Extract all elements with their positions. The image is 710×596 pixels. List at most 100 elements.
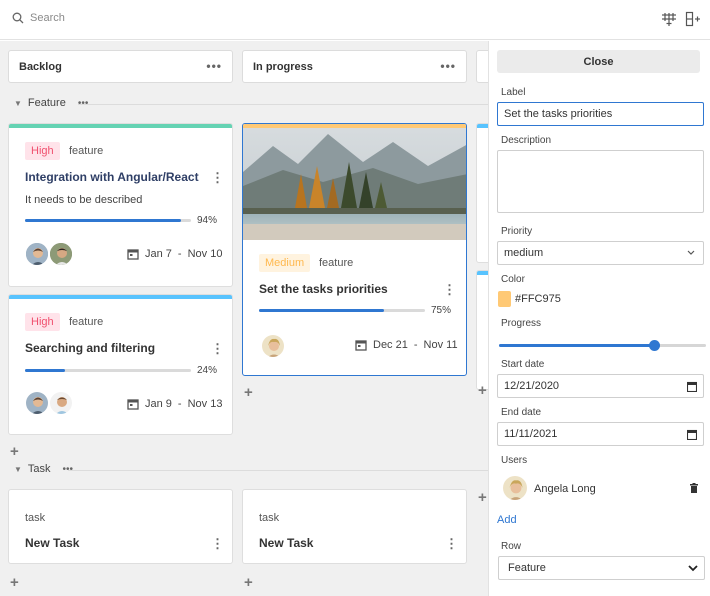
- start-date: Jan 9: [145, 398, 172, 410]
- row-header-task[interactable]: ▼ Task •••: [14, 463, 73, 475]
- column-menu-icon[interactable]: •••: [440, 59, 456, 73]
- card-color-strip: [9, 295, 232, 299]
- calendar-icon[interactable]: [687, 381, 697, 392]
- add-row-icon[interactable]: [685, 11, 701, 27]
- card-cover-image: [243, 124, 466, 240]
- card[interactable]: task New Task ⋮: [242, 489, 467, 564]
- close-button[interactable]: Close: [497, 50, 700, 73]
- card-partial[interactable]: [476, 270, 488, 390]
- priority-badge: Medium: [259, 254, 311, 272]
- start-date-field-label: Start date: [501, 359, 545, 370]
- end-date-value: 11/11/2021: [504, 428, 558, 440]
- card-menu-icon[interactable]: ⋮: [211, 537, 224, 550]
- trash-icon[interactable]: [690, 483, 698, 493]
- collapse-row-icon[interactable]: ▼: [14, 99, 22, 108]
- start-date: Jan 7: [145, 248, 172, 260]
- chevron-down-icon: [688, 565, 698, 572]
- row-menu-icon[interactable]: •••: [78, 98, 89, 109]
- avatar: [49, 242, 73, 266]
- add-card-button[interactable]: +: [244, 385, 253, 400]
- add-card-button[interactable]: +: [478, 383, 487, 398]
- column-title: In progress: [253, 60, 313, 73]
- label-field-label: Label: [501, 87, 526, 98]
- calendar-icon: [127, 249, 139, 260]
- progress-fill: [259, 309, 384, 312]
- add-card-button[interactable]: +: [10, 444, 19, 459]
- card-menu-icon[interactable]: ⋮: [443, 283, 456, 296]
- color-swatch[interactable]: [498, 291, 511, 307]
- slider-fill: [499, 344, 655, 347]
- date-separator: -: [413, 339, 418, 351]
- row-menu-icon[interactable]: •••: [63, 464, 74, 475]
- card-menu-icon[interactable]: ⋮: [211, 171, 224, 184]
- progress-percent: 75%: [431, 305, 452, 316]
- progress-percent: 94%: [197, 215, 218, 226]
- row-field-label: Row: [501, 541, 522, 552]
- column-header-partial: [476, 50, 488, 83]
- row-divider: [78, 104, 488, 105]
- progress-field-label: Progress: [501, 318, 542, 329]
- priority-value: medium: [504, 247, 544, 259]
- priority-badge: High: [25, 142, 60, 160]
- avatar: [261, 334, 285, 358]
- progress-fill: [25, 369, 65, 372]
- progress-slider[interactable]: [499, 340, 706, 351]
- card-tag: feature: [319, 257, 354, 269]
- color-value[interactable]: #FFC975: [515, 293, 561, 305]
- card[interactable]: High feature Searching and filtering ⋮ 2…: [8, 294, 233, 435]
- add-column-icon[interactable]: [661, 11, 677, 27]
- column-header-backlog: Backlog •••: [8, 50, 233, 83]
- card-tag: task: [25, 512, 46, 524]
- avatar: [25, 391, 49, 415]
- label-input[interactable]: Set the tasks priorities: [497, 102, 704, 126]
- card-description: It needs to be described: [25, 194, 143, 206]
- date-separator: -: [177, 248, 182, 260]
- add-user-link[interactable]: Add: [497, 514, 517, 526]
- card-tag: feature: [69, 316, 104, 328]
- card-dates: Dec 21 - Nov 11: [355, 339, 458, 351]
- avatar: [49, 391, 73, 415]
- card-color-strip: [477, 124, 488, 128]
- user-avatar: [502, 475, 528, 501]
- top-bar: Search: [0, 0, 710, 40]
- card[interactable]: task New Task ⋮: [8, 489, 233, 564]
- row-select[interactable]: Feature: [498, 556, 705, 580]
- description-textarea[interactable]: [497, 150, 704, 213]
- collapse-row-icon[interactable]: ▼: [14, 465, 22, 474]
- card-color-strip: [243, 124, 466, 128]
- card-color-strip: [9, 124, 232, 128]
- card-dates: Jan 7 - Nov 10: [127, 248, 222, 260]
- end-date-field-label: End date: [501, 407, 542, 418]
- card-menu-icon[interactable]: ⋮: [211, 342, 224, 355]
- column-menu-icon[interactable]: •••: [206, 59, 222, 73]
- row-title: Task: [27, 463, 51, 475]
- calendar-icon: [355, 340, 367, 351]
- card-menu-icon[interactable]: ⋮: [445, 537, 458, 550]
- search-input[interactable]: Search: [30, 12, 65, 24]
- priority-badge: High: [25, 313, 60, 331]
- card[interactable]: High feature Integration with Angular/Re…: [8, 123, 233, 287]
- progress-bar: [259, 309, 425, 312]
- progress-fill: [25, 219, 182, 222]
- add-card-button[interactable]: +: [244, 575, 253, 590]
- user-name: Angela Long: [534, 483, 596, 495]
- search-box[interactable]: Search: [12, 12, 65, 24]
- slider-handle[interactable]: [649, 340, 661, 351]
- card-dates: Jan 9 - Nov 13: [127, 398, 222, 410]
- progress-bar: [25, 219, 191, 222]
- card-selected[interactable]: Medium feature Set the tasks priorities …: [242, 123, 467, 376]
- end-date-input[interactable]: 11/11/2021: [497, 422, 704, 446]
- progress-percent: 24%: [197, 365, 218, 376]
- calendar-icon[interactable]: [687, 429, 697, 440]
- add-card-button[interactable]: +: [10, 575, 19, 590]
- row-header-feature[interactable]: ▼ Feature •••: [14, 97, 88, 109]
- start-date-input[interactable]: 12/21/2020: [497, 374, 704, 398]
- add-card-button[interactable]: +: [478, 490, 487, 505]
- card-tag: feature: [69, 145, 104, 157]
- progress-bar: [25, 369, 191, 372]
- card-partial[interactable]: [476, 123, 488, 263]
- column-title: Backlog: [19, 60, 62, 73]
- avatar: [25, 242, 49, 266]
- card-color-strip: [477, 271, 488, 275]
- priority-select[interactable]: medium: [497, 241, 704, 265]
